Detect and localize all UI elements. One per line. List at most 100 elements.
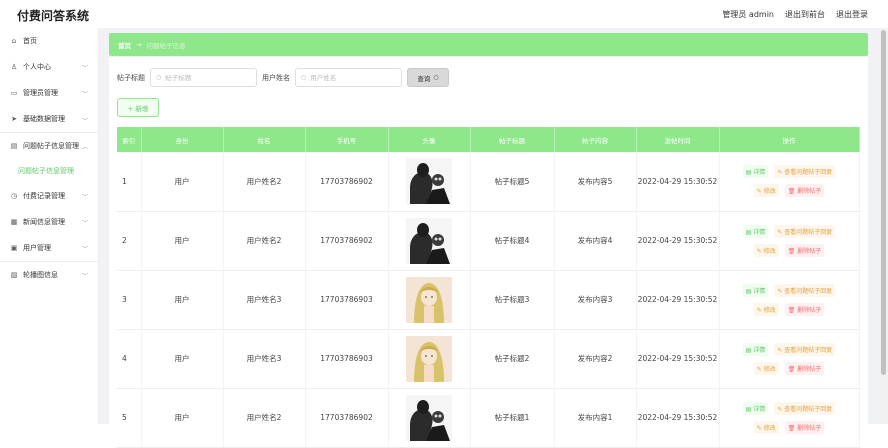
phone-cell: 17703786902 [305, 211, 388, 270]
detail-button[interactable]: ▤ 详情 [743, 402, 769, 415]
scrollbar-thumb[interactable] [881, 30, 886, 375]
post-content-cell: 发布内容1 [554, 388, 636, 447]
view-replies-button[interactable]: ✎ 查看问题帖子回复 [774, 225, 835, 238]
picture-icon: ▨ [10, 271, 18, 279]
scrollbar[interactable] [879, 28, 888, 424]
index-cell: 2 [117, 211, 141, 270]
column-header: 帖子内容 [554, 127, 636, 152]
main-content: 首页 → 问题帖子信息 帖子标题 ○ 用户姓名 ○ 查询 ○ + 新增 [99, 28, 879, 424]
phone-cell: 17703786902 [305, 152, 388, 211]
post-time-cell: 2022-04-29 15:30:52 [636, 329, 719, 388]
title-search-box[interactable]: ○ [150, 68, 257, 87]
sidebar-item[interactable]: ▭管理员管理﹀ [0, 80, 98, 106]
sidebar-item-label: 首页 [23, 36, 37, 46]
column-header: 索引 [117, 127, 141, 152]
id-card-icon: ▭ [10, 89, 18, 97]
avatar-cell [388, 388, 470, 447]
detail-button[interactable]: ▤ 详情 [743, 284, 769, 297]
edit-button-label: 修改 [764, 366, 776, 373]
query-button-label: 查询 [417, 73, 430, 83]
post-content-cell: 发布内容5 [554, 152, 636, 211]
grid-icon: ▦ [10, 218, 18, 226]
detail-button-label: 详情 [753, 169, 765, 176]
query-button[interactable]: 查询 ○ [407, 68, 449, 87]
index-cell: 1 [117, 152, 141, 211]
phone-cell: 17703786903 [305, 329, 388, 388]
delete-button[interactable]: 🗑 删除帖子 [785, 244, 825, 257]
column-header: 身份 [141, 127, 223, 152]
table-row: 2用户用户姓名217703786902帖子标题4发布内容42022-04-29 … [117, 211, 859, 270]
name-search-label: 用户姓名 [262, 73, 290, 83]
post-title-cell: 帖子标题3 [470, 270, 554, 329]
sidebar-item[interactable]: ♙个人中心﹀ [0, 54, 98, 80]
send-icon: ➤ [10, 115, 18, 123]
sidebar-item[interactable]: ▤问题帖子信息管理︿ [0, 133, 98, 159]
post-title-cell: 帖子标题4 [470, 211, 554, 270]
name-search-box[interactable]: ○ [295, 68, 402, 87]
edit-button[interactable]: ✎ 修改 [754, 184, 779, 197]
post-title-cell: 帖子标题5 [470, 152, 554, 211]
breadcrumb-home[interactable]: 首页 [118, 40, 131, 50]
detail-button[interactable]: ▤ 详情 [743, 225, 769, 238]
column-header: 手机号 [305, 127, 388, 152]
sidebar-item[interactable]: ▦新闻信息管理﹀ [0, 209, 98, 235]
sidebar-item[interactable]: ▣用户管理﹀ [0, 235, 98, 261]
name-cell: 用户姓名2 [223, 388, 305, 447]
view-replies-button[interactable]: ✎ 查看问题帖子回复 [774, 284, 835, 297]
front-link[interactable]: 退出到前台 [785, 9, 825, 20]
delete-button[interactable]: 🗑 删除帖子 [785, 303, 825, 316]
delete-button[interactable]: 🗑 删除帖子 [785, 421, 825, 434]
add-button[interactable]: + 新增 [117, 98, 159, 117]
delete-button-label: 删除帖子 [797, 248, 821, 255]
edit-button[interactable]: ✎ 修改 [754, 362, 779, 375]
chevron-down-icon: ﹀ [82, 271, 88, 280]
search-icon: ○ [301, 74, 306, 81]
sidebar-subitem-posts[interactable]: 问题帖子信息管理 [0, 159, 98, 183]
name-cell: 用户姓名3 [223, 270, 305, 329]
table-row: 4用户用户姓名317703786903帖子标题2发布内容22022-04-29 … [117, 329, 859, 388]
sidebar-item-label: 问题帖子信息管理 [23, 141, 79, 151]
detail-button-label: 详情 [753, 406, 765, 413]
edit-button[interactable]: ✎ 修改 [754, 244, 779, 257]
name-search-input[interactable] [310, 74, 395, 82]
view-replies-button-label: 查看问题帖子回复 [784, 169, 832, 176]
delete-button[interactable]: 🗑 删除帖子 [785, 362, 825, 375]
edit-button[interactable]: ✎ 修改 [754, 421, 779, 434]
detail-button[interactable]: ▤ 详情 [743, 343, 769, 356]
post-content-cell: 发布内容4 [554, 211, 636, 270]
view-replies-button[interactable]: ✎ 查看问题帖子回复 [774, 402, 835, 415]
delete-button[interactable]: 🗑 删除帖子 [785, 184, 825, 197]
detail-button[interactable]: ▤ 详情 [743, 165, 769, 178]
sidebar-item[interactable]: ◷付费记录管理﹀ [0, 183, 98, 209]
column-header: 姓名 [223, 127, 305, 152]
posts-table: 索引身份姓名手机号头像帖子标题帖子内容发帖时间操作 1用户用户姓名2177037… [117, 127, 860, 448]
view-replies-button[interactable]: ✎ 查看问题帖子回复 [774, 165, 835, 178]
title-search-input[interactable] [165, 74, 250, 82]
content-panel: 帖子标题 ○ 用户姓名 ○ 查询 ○ + 新增 索引身份姓名手机号头像帖子标题帖… [109, 57, 868, 424]
pencil-icon: ✎ [757, 425, 762, 432]
view-replies-button-label: 查看问题帖子回复 [784, 229, 832, 236]
view-replies-button-label: 查看问题帖子回复 [784, 347, 832, 354]
top-right-menu: 管理员 admin 退出到前台 退出登录 [722, 9, 868, 20]
home-icon: ⌂ [10, 37, 18, 45]
role-cell: 用户 [141, 329, 223, 388]
sidebar-item[interactable]: ⌂ 首页 [0, 28, 98, 54]
post-time-cell: 2022-04-29 15:30:52 [636, 152, 719, 211]
clock-icon: ◷ [10, 192, 18, 200]
sidebar-item[interactable]: ▨轮播图信息﹀ [0, 262, 98, 288]
avatar [406, 395, 452, 441]
avatar-cell [388, 270, 470, 329]
detail-button-label: 详情 [753, 288, 765, 295]
sidebar-item[interactable]: ➤基础数据管理﹀ [0, 107, 98, 133]
view-replies-button[interactable]: ✎ 查看问题帖子回复 [774, 343, 835, 356]
pencil-icon: ✎ [757, 307, 762, 314]
user-icon: ♙ [10, 63, 18, 71]
edit-button[interactable]: ✎ 修改 [754, 303, 779, 316]
sidebar-item-label: 基础数据管理 [23, 114, 65, 124]
name-cell: 用户姓名2 [223, 152, 305, 211]
detail-button-label: 详情 [753, 229, 765, 236]
avatar [406, 277, 452, 323]
logout-link[interactable]: 退出登录 [836, 9, 868, 20]
avatar-cell [388, 211, 470, 270]
delete-button-label: 删除帖子 [797, 366, 821, 373]
